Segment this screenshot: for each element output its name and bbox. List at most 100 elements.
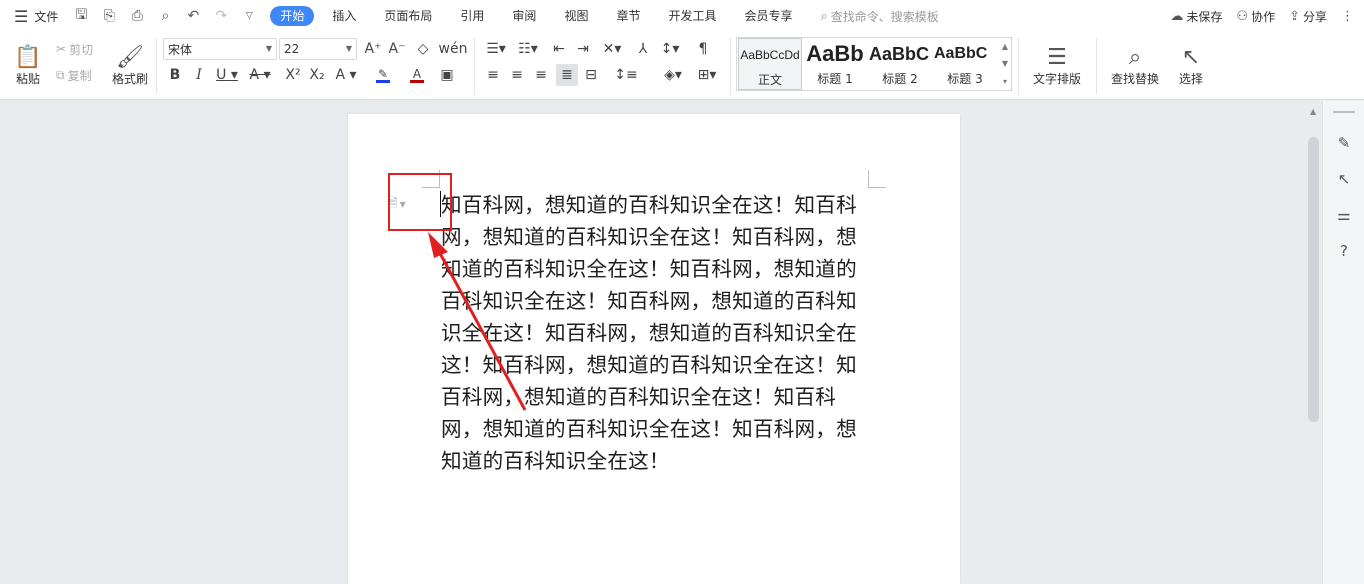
share-button[interactable]: ⇪ 分享 (1289, 8, 1327, 25)
highlight-color-icon[interactable]: ✎ (368, 64, 398, 86)
chevron-down-icon[interactable]: ▼ (1002, 59, 1008, 68)
cut-label: 剪切 (69, 42, 94, 57)
redo-icon[interactable]: ↷ (212, 8, 230, 24)
distributed-icon[interactable]: ⊟ (580, 64, 602, 86)
output-icon[interactable]: ⎘ (100, 8, 118, 24)
tab-insert[interactable]: 插入 (318, 6, 370, 26)
underline-icon[interactable]: U ▾ (212, 64, 242, 86)
collab-label: 协作 (1251, 9, 1276, 24)
font-color-icon[interactable]: A (402, 64, 432, 86)
align-left-icon[interactable]: ≡ (482, 64, 504, 86)
style-preview: AaBbC (869, 43, 930, 64)
strikethrough-icon[interactable]: A ▾ (246, 64, 274, 86)
expand-icon[interactable]: ▾ (1003, 77, 1007, 86)
tab-home[interactable]: 开始 (270, 6, 315, 26)
style-name: 标题 3 (947, 72, 983, 86)
bullets-icon[interactable]: ☰▾ (482, 38, 510, 60)
scrollbar-thumb[interactable] (1308, 137, 1319, 422)
pen-icon[interactable]: ✎ (1334, 133, 1354, 153)
chinese-layout-icon[interactable]: ✕▾ (598, 38, 626, 60)
tab-review[interactable]: 审阅 (498, 6, 550, 26)
font-size-value: 22 (284, 42, 300, 56)
show-marks-icon[interactable]: ¶ (692, 38, 714, 60)
separator (730, 38, 731, 94)
shading-icon[interactable]: ◈▾ (658, 64, 688, 86)
search-icon: ⌕ (1128, 45, 1142, 70)
character-border-icon[interactable]: ▣ (436, 64, 458, 86)
scroll-up-icon[interactable]: ▲ (1310, 107, 1316, 116)
right-sidebar: ✎ ↖ ⚌ ? (1322, 101, 1364, 584)
bold-icon[interactable]: B (164, 64, 186, 86)
format-painter-button[interactable]: 🖌 格式刷 (108, 38, 152, 94)
customize-dropdown-icon[interactable]: ▽ (240, 11, 258, 21)
print-icon[interactable]: ⎙ (128, 8, 146, 24)
format-painter-label: 格式刷 (111, 72, 148, 86)
justify-icon[interactable]: ≣ (556, 64, 578, 86)
print-preview-icon[interactable]: ⌕ (156, 8, 174, 24)
subscript-icon[interactable]: X₂ (306, 64, 328, 86)
settings-sliders-icon[interactable]: ⚌ (1334, 205, 1354, 225)
collab-icon: ⚇ (1236, 8, 1249, 24)
line-spacing-icon[interactable]: ↕≡ (612, 64, 640, 86)
sort-icon[interactable]: ↕▾ (656, 38, 684, 60)
font-name-select[interactable]: 宋体 ▼ (163, 38, 277, 60)
more-options-button[interactable]: ⋮ (1341, 9, 1354, 24)
command-search[interactable]: ⌕ 查找命令、搜索模板 (821, 8, 939, 25)
borders-icon[interactable]: ⊞▾ (692, 64, 722, 86)
italic-icon[interactable]: I (188, 64, 210, 86)
tab-section[interactable]: 章节 (602, 6, 654, 26)
superscript-icon[interactable]: X² (282, 64, 304, 86)
style-heading-2[interactable]: AaBbC 标题 2 (868, 38, 932, 90)
font-size-select[interactable]: 22 ▼ (279, 38, 357, 60)
annotation-highlight-box (388, 173, 452, 231)
separator (1096, 38, 1097, 94)
document-body-text[interactable]: 知百科网，想知道的百科知识全在这！知百科网，想知道的百科知识全在这！知百科网，想… (441, 189, 871, 477)
text-direction-icon[interactable]: ⅄ (632, 38, 654, 60)
shrink-font-icon[interactable]: A⁻ (386, 38, 408, 60)
file-menu[interactable]: ☰ 文件 (0, 0, 58, 32)
unsaved-button[interactable]: ☁ 未保存 (1170, 8, 1222, 25)
help-icon[interactable]: ? (1334, 241, 1354, 261)
styles-scroll: ▲ ▼ ▾ (999, 38, 1011, 90)
styles-gallery: AaBbCcDd 正文 AaBb 标题 1 AaBbC 标题 2 AaBbC 标… (736, 37, 1012, 91)
tab-references[interactable]: 引用 (446, 6, 498, 26)
collab-button[interactable]: ⚇ 协作 (1236, 8, 1275, 25)
style-heading-3[interactable]: AaBbC 标题 3 (933, 38, 997, 90)
tab-developer[interactable]: 开发工具 (654, 6, 730, 26)
paste-label: 粘贴 (15, 72, 40, 86)
pointer-icon[interactable]: ↖ (1334, 169, 1354, 189)
ribbon-toolbar: 📋 粘贴 ✂ 剪切 ⧉ 复制 🖌 格式刷 宋体 ▼ 22 ▼ A⁺ A⁻ ◇ w… (0, 32, 1364, 100)
brush-icon: 🖌 (116, 45, 144, 70)
undo-icon[interactable]: ↶ (184, 8, 202, 24)
clear-format-icon[interactable]: ◇ (412, 38, 434, 60)
phonetic-guide-icon[interactable]: wén (438, 38, 468, 60)
style-preview: AaBbC (934, 45, 988, 62)
text-layout-label: 文字排版 (1032, 72, 1081, 86)
grow-font-icon[interactable]: A⁺ (362, 38, 384, 60)
chevron-up-icon[interactable]: ▲ (1002, 42, 1008, 51)
hamburger-icon: ☰ (14, 6, 29, 26)
copy-button[interactable]: ⧉ 复制 (56, 66, 92, 84)
text-effect-icon[interactable]: A ▾ (332, 64, 360, 86)
tab-view[interactable]: 视图 (550, 6, 602, 26)
tab-page-layout[interactable]: 页面布局 (370, 6, 446, 26)
vertical-scrollbar[interactable]: ▲ (1306, 101, 1322, 584)
decrease-indent-icon[interactable]: ⇤ (548, 38, 570, 60)
select-button[interactable]: ↖ 选择 (1170, 38, 1212, 94)
tab-member[interactable]: 会员专享 (730, 6, 806, 26)
copy-label: 复制 (67, 68, 92, 83)
share-icon: ⇪ (1289, 8, 1300, 24)
style-name: 标题 2 (882, 72, 918, 86)
text-layout-button[interactable]: ☰ 文字排版 (1026, 38, 1088, 94)
align-center-icon[interactable]: ≡ (506, 64, 528, 86)
paste-button[interactable]: 📋 粘贴 (10, 38, 46, 94)
style-normal[interactable]: AaBbCcDd 正文 (738, 38, 802, 90)
menu-bar: ☰ 文件 🖫 ⎘ ⎙ ⌕ ↶ ↷ ▽ 开始 插入 页面布局 引用 审阅 视图 章… (0, 0, 1364, 32)
find-replace-button[interactable]: ⌕ 查找替换 (1104, 38, 1166, 94)
increase-indent-icon[interactable]: ⇥ (572, 38, 594, 60)
save-icon[interactable]: 🖫 (72, 4, 90, 28)
cut-button[interactable]: ✂ 剪切 (56, 40, 93, 58)
align-right-icon[interactable]: ≡ (530, 64, 552, 86)
numbering-icon[interactable]: ☷▾ (514, 38, 542, 60)
style-heading-1[interactable]: AaBb 标题 1 (803, 38, 867, 90)
